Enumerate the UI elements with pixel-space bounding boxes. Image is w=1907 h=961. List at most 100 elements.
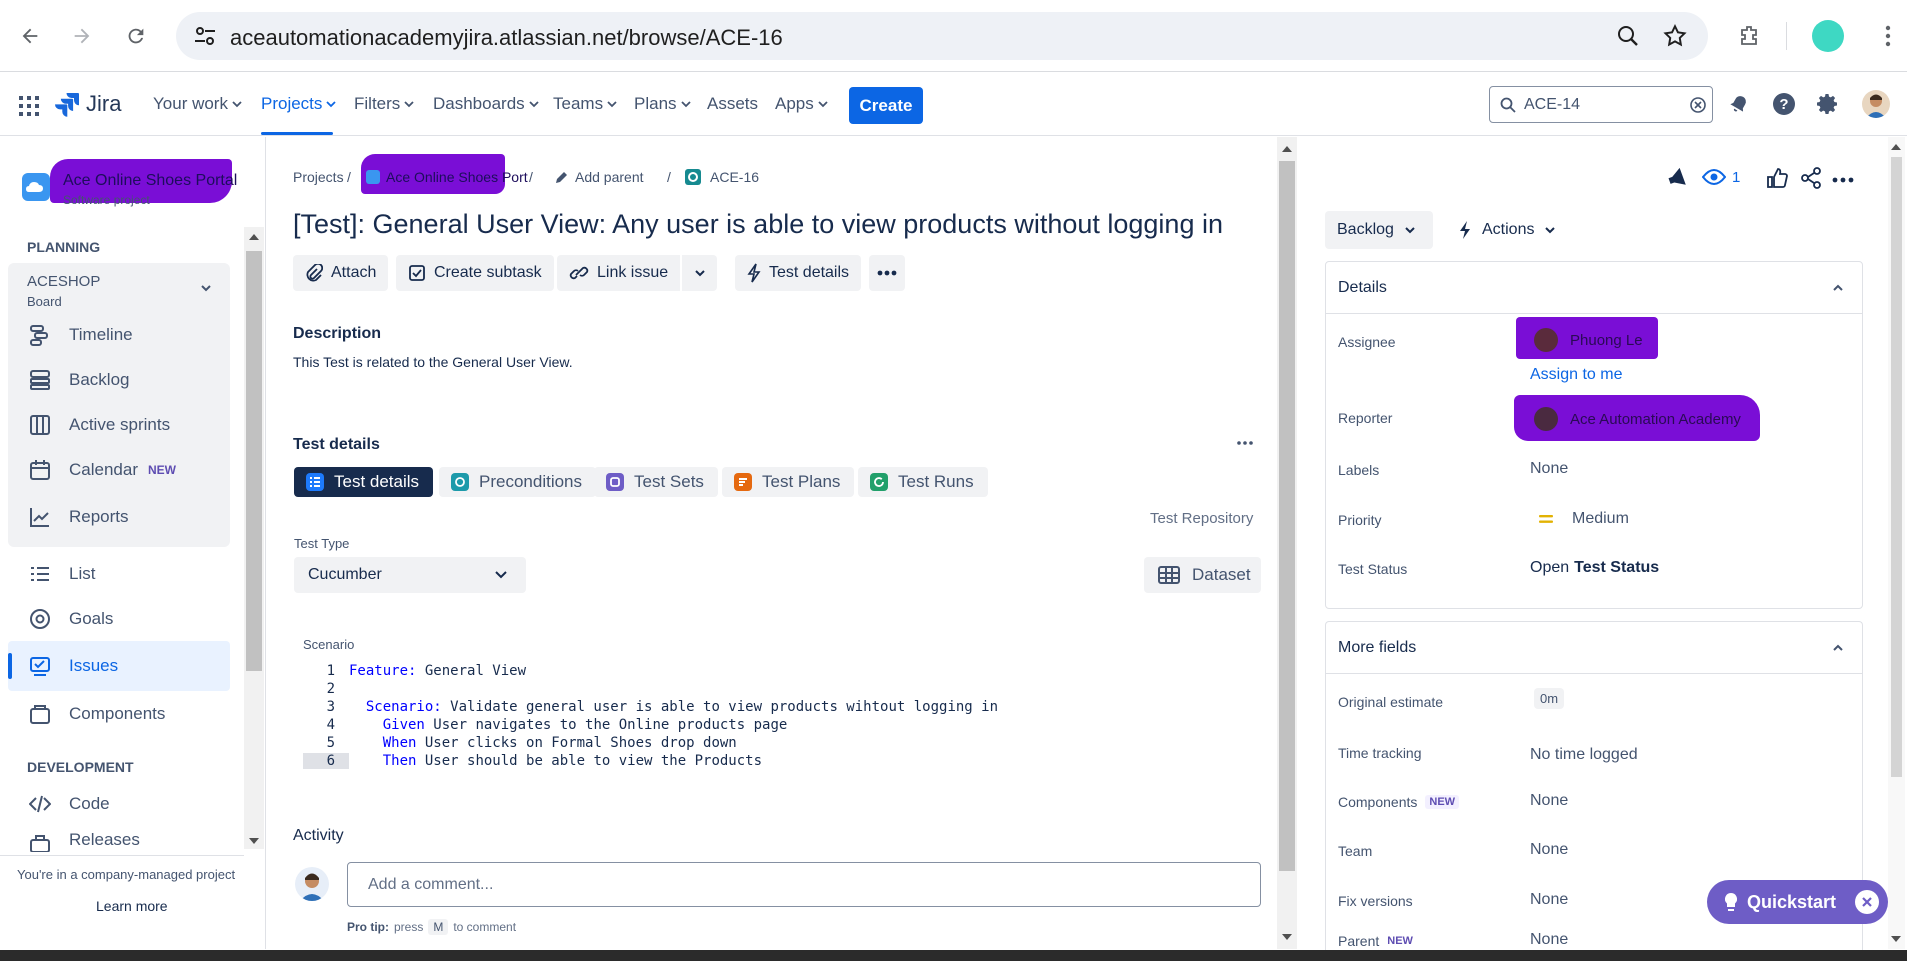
scenario-code-editor[interactable]: 1 Feature: General View 2 3 Scenario: Val… [303,662,1023,770]
notifications-icon[interactable] [1728,93,1750,115]
tab-test-details[interactable]: Test details [294,467,434,497]
description-text[interactable]: This Test is related to the General User… [293,354,573,370]
close-quickstart-icon[interactable] [1855,890,1879,914]
share-icon[interactable] [1800,167,1822,189]
test-details-more-icon[interactable] [1237,441,1253,445]
thumbs-up-icon[interactable] [1766,167,1788,189]
scroll-down-icon[interactable] [248,837,260,845]
nav-assets[interactable]: Assets [707,94,758,114]
scroll-down-icon[interactable] [1281,933,1293,941]
nav-teams[interactable]: Teams [553,94,617,114]
settings-gear-icon[interactable] [1816,92,1840,116]
sidebar-item-code[interactable]: Code [27,784,110,824]
jira-logo[interactable]: Jira [54,91,121,117]
feedback-megaphone-icon[interactable] [1666,167,1690,189]
reload-icon[interactable] [118,18,154,54]
sidebar-item-timeline[interactable]: Timeline [27,315,133,355]
forward-icon[interactable] [64,18,100,54]
add-parent-link[interactable]: Add parent [575,169,644,185]
board-chevron-down-icon[interactable] [200,282,212,294]
breadcrumb-project[interactable]: Ace Online Shoes Port [386,169,528,185]
scroll-down-icon[interactable] [1890,935,1902,943]
test-status-value[interactable]: Open Test Status [1530,559,1659,577]
create-subtask-button[interactable]: Create subtask [396,255,554,291]
time-tracking-value[interactable]: No time logged [1530,746,1638,764]
watch-button[interactable]: 1 [1702,168,1740,186]
create-button[interactable]: Create [849,87,923,124]
more-icon[interactable] [1832,177,1854,183]
link-issue-dropdown-button[interactable] [681,255,717,291]
link-issue-button[interactable]: Link issue [557,255,681,291]
priority-value[interactable]: Medium [1572,510,1629,528]
details-header[interactable] [1326,262,1862,314]
original-estimate-value[interactable]: 0m [1534,688,1565,709]
issue-title[interactable]: [Test]: General User View: Any user is a… [293,209,1223,240]
sidebar-item-backlog[interactable]: Backlog [27,360,129,400]
bookmark-star-icon[interactable] [1662,23,1688,49]
nav-filters[interactable]: Filters [354,94,414,114]
assignee-value[interactable]: Phuong Le [1570,332,1643,349]
tab-test-sets[interactable]: Test Sets [594,467,718,497]
sidebar-item-goals[interactable]: Goals [27,599,113,639]
fix-versions-value[interactable]: None [1530,891,1568,909]
chevron-up-icon[interactable] [1832,643,1844,653]
test-details-button[interactable]: Test details [735,255,862,291]
user-avatar[interactable] [1862,90,1890,118]
team-value[interactable]: None [1530,841,1568,859]
clear-search-icon[interactable] [1690,97,1706,113]
learn-more-link[interactable]: Learn more [96,898,168,914]
app-switcher-icon[interactable] [18,95,40,117]
scroll-up-icon[interactable] [1281,145,1293,153]
sidebar-item-issues[interactable]: Issues [27,646,118,686]
dataset-button[interactable]: Dataset [1144,557,1261,593]
board-sub: Board [27,294,62,309]
main-scroll-thumb[interactable] [1279,161,1295,871]
labels-value[interactable]: None [1530,460,1568,478]
test-repository-link[interactable]: Test Repository [1150,510,1253,527]
project-name[interactable]: Ace Online Shoes Portal [63,172,237,190]
reporter-value[interactable]: Ace Automation Academy [1570,411,1741,428]
attach-button[interactable]: Attach [293,255,389,291]
scroll-up-icon[interactable] [248,233,260,241]
sidebar-item-releases[interactable]: Releases [27,830,140,852]
sidebar-item-reports[interactable]: Reports [27,497,129,537]
tab-test-plans[interactable]: Test Plans [722,467,855,497]
site-info-icon[interactable] [194,26,216,46]
scroll-up-icon[interactable] [1890,143,1902,151]
zoom-icon[interactable] [1616,24,1640,48]
board-name[interactable]: ACESHOP [27,273,100,290]
breadcrumb-projects[interactable]: Projects [293,169,344,185]
sidebar-scroll-thumb[interactable] [246,251,262,671]
nav-apps[interactable]: Apps [775,94,828,114]
assign-to-me-link[interactable]: Assign to me [1530,366,1622,384]
quickstart-button[interactable]: Quickstart [1707,880,1888,924]
more-actions-button[interactable] [869,255,905,291]
sidebar-item-calendar[interactable]: Calendar NEW [27,450,176,490]
actions-dropdown[interactable]: Actions [1458,211,1556,249]
sidebar-item-list[interactable]: List [27,554,95,594]
status-dropdown[interactable]: Backlog [1325,211,1433,249]
components-value[interactable]: None [1530,792,1568,810]
test-type-select[interactable]: Cucumber [294,557,526,593]
address-bar[interactable]: aceautomationacademyjira.atlassian.net/b… [176,12,1708,60]
browser-menu-icon[interactable] [1870,18,1906,54]
chevron-up-icon[interactable] [1832,283,1844,293]
panel-scroll-thumb[interactable] [1891,157,1902,777]
nav-your-work[interactable]: Your work [153,94,242,114]
nav-projects[interactable]: Projects [261,94,337,114]
nav-plans[interactable]: Plans [634,94,691,114]
tab-test-runs[interactable]: Test Runs [858,467,988,497]
profile-avatar[interactable] [1812,20,1844,52]
tab-preconditions[interactable]: Preconditions [439,467,597,497]
parent-value[interactable]: None [1530,931,1568,949]
comment-input[interactable]: Add a comment... [347,862,1261,907]
extensions-icon[interactable] [1732,18,1768,54]
sidebar-item-label: Goals [69,609,114,628]
sidebar-item-active-sprints[interactable]: Active sprints [27,405,170,445]
help-icon[interactable]: ? [1772,92,1796,116]
back-icon[interactable] [12,18,48,54]
search-input[interactable]: ACE-14 [1489,86,1713,123]
sidebar-item-components[interactable]: Components [27,694,165,734]
nav-dashboards[interactable]: Dashboards [433,94,539,114]
breadcrumb-issue-key[interactable]: ACE-16 [710,169,759,185]
